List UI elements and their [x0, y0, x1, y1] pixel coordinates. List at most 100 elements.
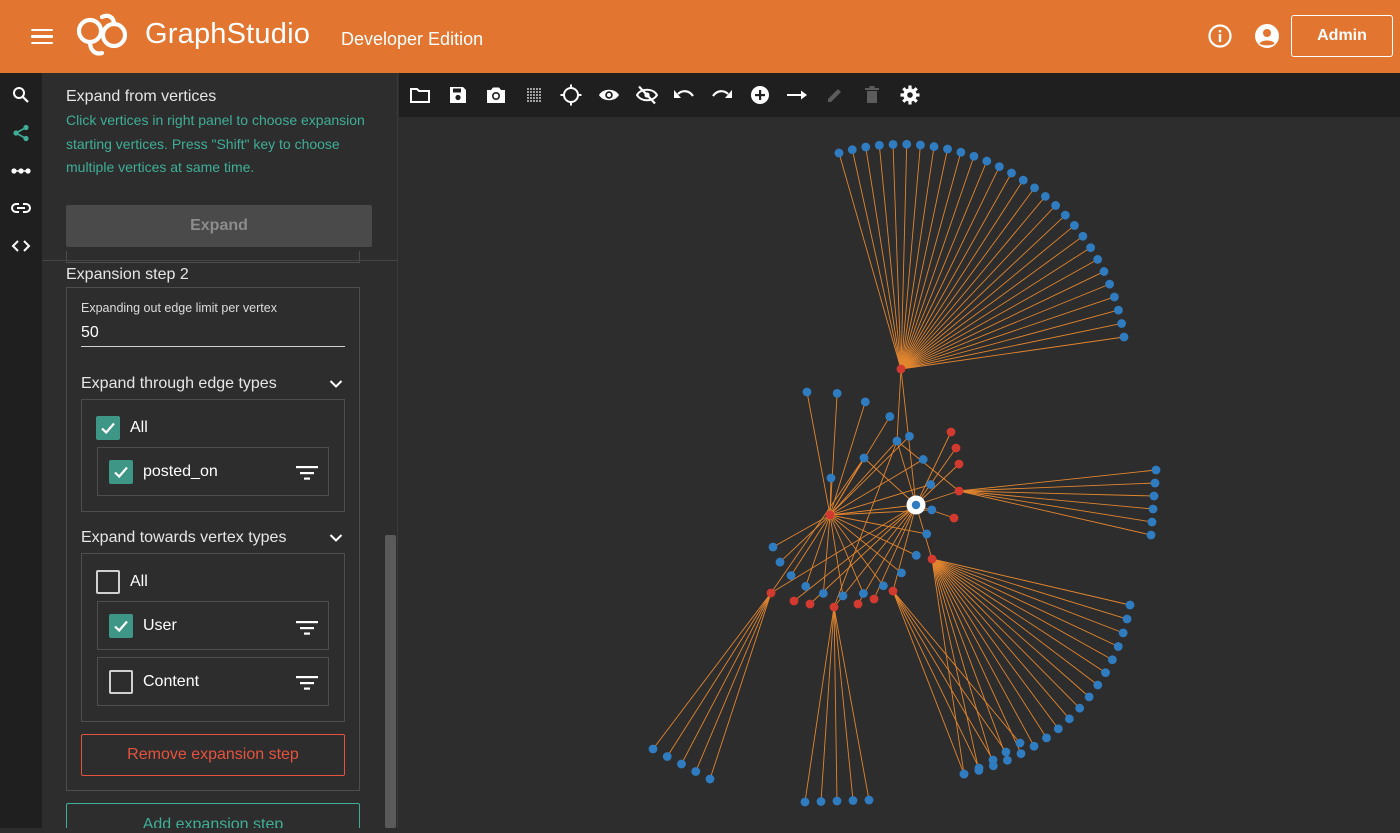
graph-edge[interactable] [709, 592, 772, 780]
user-vertex[interactable] [832, 388, 842, 398]
user-vertex[interactable] [860, 397, 870, 407]
user-vertex[interactable] [768, 542, 778, 552]
content-vertex-hub[interactable] [829, 602, 839, 612]
user-vertex[interactable] [1029, 741, 1039, 751]
user-vertex[interactable] [826, 473, 836, 483]
graph-edge[interactable] [900, 156, 975, 370]
user-vertex[interactable] [1093, 254, 1103, 264]
graph-edge[interactable] [833, 606, 870, 801]
add-expansion-step-button[interactable]: Add expansion step [66, 803, 360, 828]
settings-button[interactable] [898, 83, 922, 107]
graph-edge[interactable] [666, 592, 772, 757]
user-vertex[interactable] [1114, 305, 1123, 315]
vertex-types-header[interactable]: Expand towards vertex types [81, 526, 343, 550]
user-vertex[interactable] [888, 139, 898, 149]
user-vertex[interactable] [818, 588, 828, 598]
content-vertex-hub[interactable] [766, 588, 776, 598]
graph-edge[interactable] [958, 469, 1157, 492]
user-vertex[interactable] [1118, 628, 1128, 638]
user-vertex[interactable] [929, 142, 939, 151]
user-vertex[interactable] [897, 568, 906, 578]
user-vertex[interactable] [956, 147, 966, 157]
graph-edge[interactable] [896, 368, 902, 442]
user-vertex[interactable] [885, 412, 895, 421]
content-vertex[interactable] [949, 513, 959, 523]
content-vertex-hub[interactable] [825, 510, 835, 520]
open-button[interactable] [408, 83, 432, 107]
graph-edge[interactable] [958, 482, 1156, 492]
user-vertex[interactable] [1086, 243, 1096, 253]
add-vertex-button[interactable] [748, 83, 772, 107]
user-vertex[interactable] [916, 140, 925, 150]
graph-edge[interactable] [829, 477, 832, 516]
edit-button[interactable] [823, 83, 847, 107]
user-vertex[interactable] [838, 591, 848, 601]
user-vertex[interactable] [861, 142, 871, 152]
user-vertex[interactable] [1007, 168, 1016, 178]
user-vertex[interactable] [802, 387, 812, 397]
rail-path[interactable] [0, 155, 42, 187]
graph-edge[interactable] [900, 323, 1122, 370]
filter-icon[interactable] [296, 621, 320, 635]
graph-edge[interactable] [695, 592, 772, 772]
content-vertex[interactable] [951, 443, 961, 453]
user-vertex[interactable] [959, 769, 969, 779]
user-vertex[interactable] [864, 795, 874, 805]
content-vertex-hub[interactable] [954, 486, 964, 496]
graph-edge[interactable] [900, 296, 1115, 370]
user-vertex[interactable] [1125, 600, 1135, 610]
rail-explore[interactable] [0, 117, 42, 149]
user-vertex[interactable] [1109, 292, 1119, 302]
graph-edge[interactable] [822, 514, 831, 594]
graph-edge[interactable] [915, 431, 952, 506]
graph-edge[interactable] [900, 205, 1056, 370]
user-vertex[interactable] [848, 796, 858, 805]
selected-user-vertex[interactable] [911, 500, 921, 510]
user-vertex[interactable] [859, 589, 868, 598]
user-vertex[interactable] [705, 774, 715, 784]
panel-scrollbar-thumb[interactable] [385, 535, 396, 828]
user-vertex[interactable] [1147, 517, 1157, 527]
account-icon[interactable] [1254, 23, 1280, 49]
user-vertex[interactable] [1122, 614, 1132, 624]
content-vertex[interactable] [946, 427, 956, 437]
redo-button[interactable] [710, 83, 734, 107]
graph-edge[interactable] [652, 592, 772, 750]
user-vertex[interactable] [1003, 755, 1012, 765]
user-vertex[interactable] [926, 480, 936, 489]
user-vertex[interactable] [892, 436, 902, 446]
info-icon[interactable] [1207, 23, 1233, 49]
filter-icon[interactable] [296, 676, 320, 690]
graph-edge[interactable] [851, 149, 902, 370]
graph-canvas[interactable] [399, 117, 1400, 828]
user-vertex[interactable] [1107, 655, 1117, 665]
user-vertex[interactable] [1053, 724, 1063, 734]
user-vertex[interactable] [1151, 465, 1161, 475]
user-vertex[interactable] [1150, 478, 1160, 488]
graph-edge[interactable] [900, 214, 1066, 370]
user-vertex[interactable] [859, 453, 869, 463]
graph-edge[interactable] [892, 590, 1007, 753]
edge-all-checkbox[interactable]: All [96, 416, 148, 440]
user-vertex[interactable] [677, 759, 686, 769]
graph-edge[interactable] [820, 606, 835, 802]
screenshot-button[interactable] [484, 83, 508, 107]
user-vertex[interactable] [974, 763, 984, 773]
user-vertex[interactable] [1064, 714, 1074, 724]
user-vertex[interactable] [1146, 530, 1156, 540]
graph-edge[interactable] [863, 457, 917, 506]
graph-edge[interactable] [892, 590, 965, 775]
edge-types-header[interactable]: Expand through edge types [81, 372, 343, 396]
delete-button[interactable] [860, 83, 884, 107]
user-vertex[interactable] [1117, 319, 1127, 328]
user-vertex[interactable] [878, 581, 888, 591]
save-button[interactable] [446, 83, 470, 107]
expand-button[interactable]: Expand [66, 205, 372, 247]
user-vertex[interactable] [1105, 279, 1114, 289]
graph-edge[interactable] [804, 606, 835, 803]
vertex-content-checkbox[interactable]: Content [109, 670, 199, 694]
graph-edge[interactable] [829, 504, 917, 516]
graph-edge[interactable] [892, 590, 994, 761]
edge-limit-input[interactable] [81, 319, 345, 347]
user-vertex[interactable] [1051, 201, 1061, 210]
